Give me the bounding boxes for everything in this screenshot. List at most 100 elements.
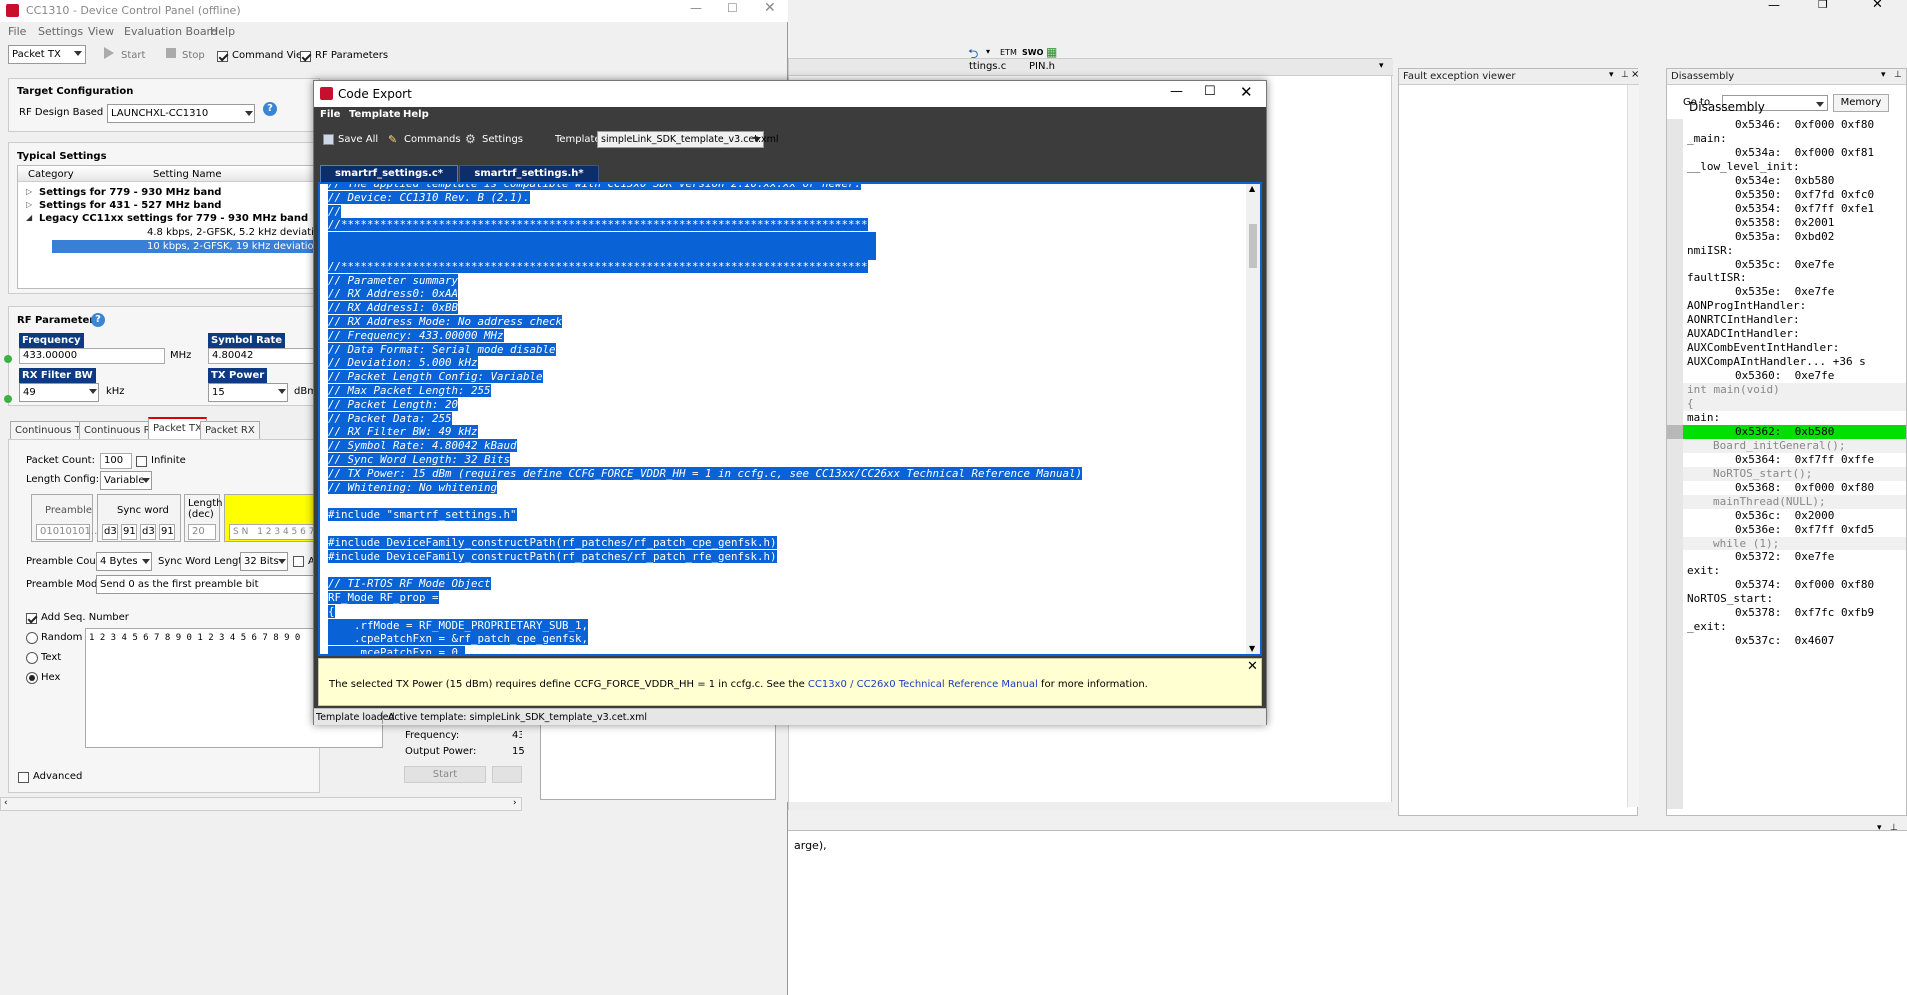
ide-dropdown-icon[interactable]: ▾ xyxy=(986,47,990,56)
disasm-line[interactable]: 0x5358: 0x2001 xyxy=(1735,216,1834,230)
ce-tab-c[interactable]: smartrf_settings.c* xyxy=(320,165,458,183)
disasm-line[interactable]: 0x535c: 0xe7fe xyxy=(1735,258,1834,272)
ce-maximize-icon[interactable]: ☐ xyxy=(1204,84,1216,99)
editor-hscroll[interactable] xyxy=(789,802,1393,811)
disasm-line[interactable]: AUXCombEventIntHandler: xyxy=(1687,341,1839,355)
vscroll-thumb[interactable] xyxy=(1249,224,1257,268)
dcp-close-icon[interactable]: ✕ xyxy=(764,0,776,16)
disasm-line[interactable]: exit: xyxy=(1687,564,1720,578)
tab-packet-tx[interactable]: Packet TX xyxy=(148,417,207,440)
disasm-line[interactable]: AUXADCIntHandler: xyxy=(1687,327,1800,341)
ce-menu-file[interactable]: File xyxy=(320,109,340,120)
dcp-menu-evaluation-board[interactable]: Evaluation Board xyxy=(124,25,218,38)
start-button-label[interactable]: Start xyxy=(121,50,145,61)
disasm-line[interactable]: 0x534a: 0xf000 0xf81 xyxy=(1735,146,1874,160)
dcp-minimize-icon[interactable]: — xyxy=(690,1,702,15)
fault-viewer-vscroll[interactable] xyxy=(1627,85,1639,807)
disasm-line[interactable]: 0x5378: 0xf7fc 0xfb9 xyxy=(1735,606,1874,620)
disasm-line[interactable]: 0x5360: 0xe7fe xyxy=(1735,369,1834,383)
typical-item-779[interactable]: Settings for 779 - 930 MHz band xyxy=(39,187,221,198)
dcp-menu-view[interactable]: View xyxy=(88,25,114,38)
disasm-line[interactable]: __low_level_init: xyxy=(1687,160,1800,174)
infinite-checkbox[interactable] xyxy=(136,454,147,467)
disasm-line[interactable]: 0x5354: 0xf7ff 0xfe1 xyxy=(1735,202,1874,216)
sync-a-checkbox[interactable] xyxy=(293,554,304,567)
rf-parameters-checkbox[interactable] xyxy=(300,49,311,62)
hex-radio[interactable] xyxy=(26,671,38,684)
packet-count-input[interactable]: 100 xyxy=(100,453,132,469)
dcp-hscroll[interactable]: ‹ › xyxy=(0,797,522,811)
typical-subitem-48[interactable]: 4.8 kbps, 2-GFSK, 5.2 kHz deviation (CC1… xyxy=(147,227,322,238)
ce-editor[interactable]: // The applied template is compatible wi… xyxy=(320,184,1246,654)
frequency-input[interactable]: 433.00000 xyxy=(19,348,165,364)
editor-tab-settings[interactable]: ttings.c xyxy=(969,61,1006,72)
disasm-line[interactable]: _main: xyxy=(1687,132,1727,146)
ce-tab-h[interactable]: smartrf_settings.h* xyxy=(459,165,599,183)
col-setting-name[interactable]: Setting Name xyxy=(153,169,222,180)
status-stop-button[interactable] xyxy=(492,766,522,783)
start-play-icon[interactable] xyxy=(104,47,114,59)
disasm-line[interactable]: faultISR: xyxy=(1687,271,1747,285)
sync-byte-1[interactable]: 91 xyxy=(121,524,137,540)
vscroll-up-icon[interactable]: ▲ xyxy=(1249,184,1255,193)
sn-field[interactable]: S N 1 2 3 4 5 6 7 8 xyxy=(229,524,322,540)
disasm-line[interactable]: main: xyxy=(1687,411,1720,425)
vscroll-down-icon[interactable]: ▼ xyxy=(1249,644,1255,653)
ce-menu-template[interactable]: Template xyxy=(349,109,401,120)
text-radio[interactable] xyxy=(26,651,38,664)
info-close-icon[interactable]: ✕ xyxy=(1247,659,1258,674)
dcp-maximize-icon[interactable]: ☐ xyxy=(727,1,738,15)
typical-item-legacy[interactable]: Legacy CC11xx settings for 779 - 930 MHz… xyxy=(39,213,308,224)
ce-close-icon[interactable]: ✕ xyxy=(1240,83,1253,101)
rx-filter-bw-select[interactable]: 49 xyxy=(19,383,99,402)
ide-bottom-pin-icon[interactable]: ⊥ xyxy=(1890,823,1898,833)
disasm-line[interactable]: 0x5362: 0xb580 xyxy=(1735,425,1834,439)
ide-minimize-icon[interactable]: — xyxy=(1768,0,1780,12)
template-select[interactable]: simpleLink_SDK_template_v3.cet.xml xyxy=(597,131,779,148)
length-value[interactable]: 20 xyxy=(188,524,216,540)
stop-icon[interactable] xyxy=(166,48,176,58)
ce-menu-help[interactable]: Help xyxy=(403,109,429,120)
disasm-line[interactable]: 0x5374: 0xf000 0xf80 xyxy=(1735,578,1874,592)
stop-button-label[interactable]: Stop xyxy=(182,50,205,61)
disasm-line[interactable]: AUXCompAIntHandler... +36 s xyxy=(1687,355,1866,369)
ide-bottom-menu-icon[interactable]: ▾ xyxy=(1877,823,1882,833)
hscroll-right-icon[interactable]: › xyxy=(513,798,517,808)
sync-byte-3[interactable]: 91 xyxy=(159,524,175,540)
preamble-value[interactable]: 01010101... xyxy=(36,524,100,540)
disasm-line[interactable]: _exit: xyxy=(1687,620,1727,634)
disassembly-pin-icon[interactable]: ⊥ xyxy=(1894,70,1902,80)
sync-byte-0[interactable]: d3 xyxy=(102,524,118,540)
advanced-checkbox[interactable] xyxy=(18,770,29,783)
ce-minimize-icon[interactable]: — xyxy=(1170,84,1183,99)
disasm-line[interactable]: int main(void) xyxy=(1687,383,1780,397)
command-output-box[interactable] xyxy=(540,722,776,800)
add-seq-checkbox[interactable] xyxy=(26,611,37,624)
ide-restore-icon[interactable]: ❐ xyxy=(1818,0,1828,11)
tx-power-select[interactable]: 15 xyxy=(208,383,288,402)
disasm-line[interactable]: nmiISR: xyxy=(1687,244,1733,258)
disasm-line[interactable]: mainThread(NULL); xyxy=(1713,495,1826,509)
dcp-menu-file[interactable]: File xyxy=(8,25,26,38)
fault-viewer-close-icon[interactable]: × xyxy=(1631,69,1639,80)
expand-779-icon[interactable]: ▷ xyxy=(26,187,32,196)
disasm-line[interactable]: AONProgIntHandler: xyxy=(1687,299,1806,313)
commands-icon[interactable]: ✎ xyxy=(388,133,397,146)
dcp-menu-help[interactable]: Help xyxy=(210,25,235,38)
ide-swo-icon[interactable]: SWO xyxy=(1022,48,1043,57)
fault-viewer-pin-icon[interactable]: ⊥ xyxy=(1621,70,1629,80)
typical-subitem-10[interactable]: 10 kbps, 2-GFSK, 19 kHz deviation (CC11( xyxy=(147,241,322,252)
tab-packet-rx[interactable]: Packet RX xyxy=(200,421,260,440)
ide-trace-icon[interactable]: ▦ xyxy=(1046,45,1057,59)
disasm-line[interactable]: NoRTOS_start: xyxy=(1687,592,1773,606)
ce-editor-vscroll[interactable]: ▲ ▼ xyxy=(1246,184,1260,654)
disasm-line[interactable]: Board_initGeneral(); xyxy=(1713,439,1845,453)
disasm-line[interactable]: 0x534e: 0xb580 xyxy=(1735,174,1834,188)
disasm-line[interactable]: 0x535e: 0xe7fe xyxy=(1735,285,1834,299)
disassembly-menu-icon[interactable]: ▾ xyxy=(1881,70,1886,80)
fault-viewer-menu-icon[interactable]: ▾ xyxy=(1609,70,1614,80)
sync-byte-2[interactable]: d3 xyxy=(140,524,156,540)
command-view-checkbox[interactable] xyxy=(217,49,228,62)
disasm-line[interactable]: AONRTCIntHandler: xyxy=(1687,313,1800,327)
status-start-button[interactable]: Start xyxy=(404,766,486,783)
